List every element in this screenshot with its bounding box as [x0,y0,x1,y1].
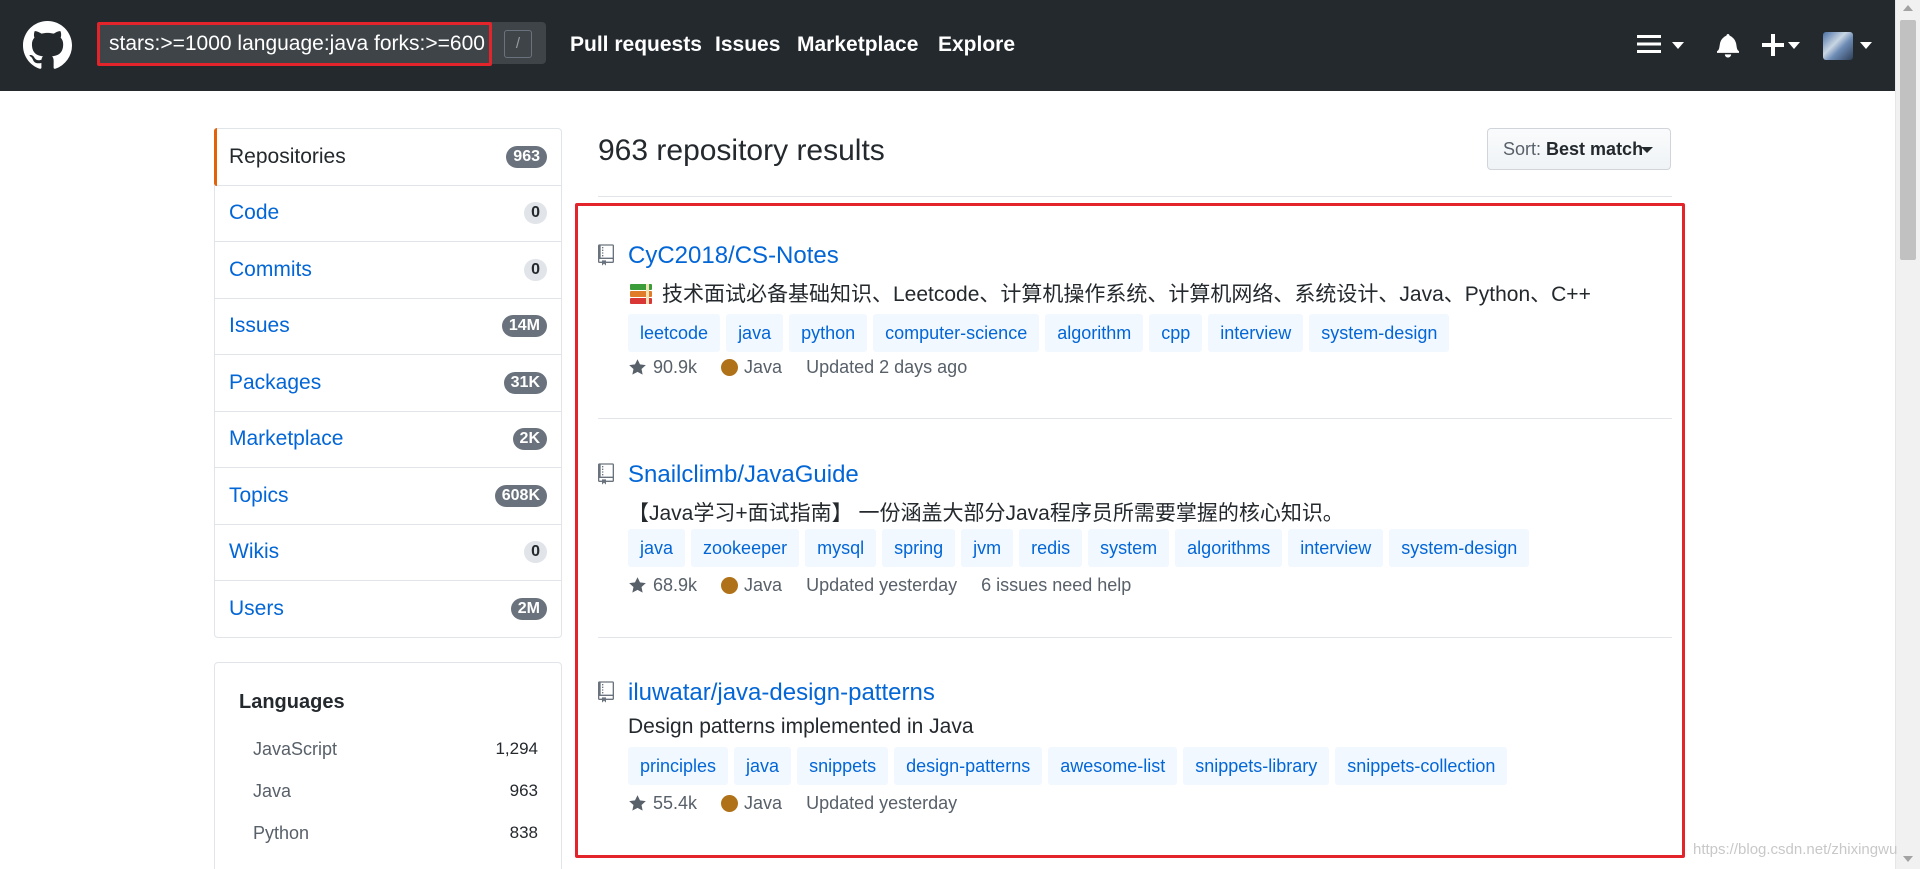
results-title: 963 repository results [598,134,885,167]
language-filter-javascript[interactable]: JavaScript 1,294 [253,739,538,763]
nav-marketplace[interactable]: Marketplace [797,33,918,57]
menu-item-label: Marketplace [229,427,344,451]
avatar[interactable] [1823,32,1853,60]
language-count: 838 [509,823,538,842]
menu-item-code[interactable]: Code 0 [215,186,561,242]
plus-icon[interactable] [1762,34,1784,56]
language-count: 1,294 [495,739,538,758]
menu-item-label: Commits [229,257,312,281]
language-name: JavaScript [253,739,338,759]
divider [598,196,1672,197]
top-header: stars:>=1000 language:java forks:>=600 /… [0,0,1895,91]
counter-badge: 0 [524,541,547,564]
menu-item-label: Issues [229,314,290,338]
vertical-scrollbar[interactable] [1895,0,1920,869]
menu-item-label: Wikis [229,540,280,564]
nav-pull-requests[interactable]: Pull requests [570,33,702,57]
menu-item-issues[interactable]: Issues 14M [215,299,561,355]
counter-badge: 963 [506,145,547,168]
counter-badge: 2K [512,428,547,451]
languages-panel: Languages JavaScript 1,294 Java 963 Pyth… [214,662,562,869]
bell-icon[interactable] [1717,32,1739,58]
sort-dropdown-button[interactable]: Sort: Best match [1487,128,1671,170]
menu-item-label: Users [229,597,284,621]
language-name: Java [253,781,292,801]
menu-item-topics[interactable]: Topics 608K [215,468,561,525]
watermark: https://blog.csdn.net/zhixingwu [1693,841,1898,858]
counter-badge: 0 [524,202,547,225]
counter-badge: 0 [524,258,547,281]
annotation-highlight-box [575,203,1685,858]
menu-item-label: Topics [229,483,289,507]
search-type-menu: Repositories 963 Code 0 Commits 0 Issues… [214,128,562,638]
menu-item-label: Repositories [229,144,346,168]
menu-item-repositories[interactable]: Repositories 963 [214,128,561,186]
menu-icon[interactable] [1637,34,1661,54]
languages-heading: Languages [239,691,345,713]
search-container: stars:>=1000 language:java forks:>=600 / [97,22,546,66]
menu-item-label: Code [229,201,280,225]
menu-item-wikis[interactable]: Wikis 0 [215,525,561,581]
counter-badge: 31K [503,371,547,394]
menu-item-commits[interactable]: Commits 0 [215,242,561,299]
chevron-down-icon [1641,147,1653,153]
language-name: Python [253,823,310,843]
menu-item-users[interactable]: Users 2M [215,581,561,638]
scroll-up-icon[interactable] [1903,5,1913,11]
scroll-down-icon[interactable] [1903,856,1913,862]
nav-explore[interactable]: Explore [938,33,1015,57]
menu-item-label: Packages [229,370,322,394]
sort-value: Best match [1546,139,1644,159]
counter-badge: 608K [494,484,547,507]
counter-badge: 2M [510,598,547,621]
nav-issues[interactable]: Issues [715,33,780,57]
menu-item-packages[interactable]: Packages 31K [215,355,561,412]
language-filter-java[interactable]: Java 963 [253,781,538,805]
chevron-down-icon [1672,42,1684,49]
language-count: 963 [509,781,538,800]
counter-badge: 14M [501,315,547,338]
language-filter-python[interactable]: Python 838 [253,823,538,847]
sort-label: Sort: [1503,139,1542,159]
scrollbar-thumb[interactable] [1900,20,1916,260]
chevron-down-icon [1788,42,1800,49]
menu-item-marketplace[interactable]: Marketplace 2K [215,412,561,468]
search-input[interactable]: stars:>=1000 language:java forks:>=600 [97,22,492,66]
chevron-down-icon [1860,42,1872,49]
github-logo-icon[interactable] [23,21,72,70]
slash-shortcut-hint: / [504,30,532,58]
